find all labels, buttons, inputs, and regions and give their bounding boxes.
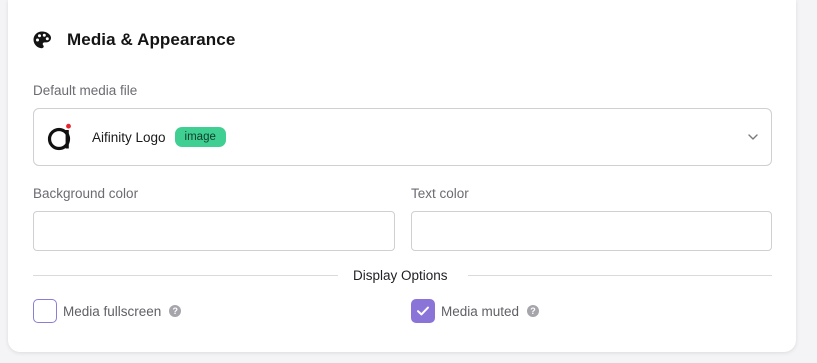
divider-right xyxy=(468,275,772,276)
chevron-down-icon[interactable] xyxy=(747,132,759,142)
palette-icon xyxy=(33,31,51,49)
help-icon[interactable]: ? xyxy=(527,305,540,317)
aifinity-logo-icon xyxy=(47,123,71,151)
divider-left xyxy=(33,275,338,276)
background-color-input[interactable] xyxy=(33,211,395,251)
help-icon[interactable]: ? xyxy=(169,305,182,317)
media-muted-option[interactable]: Media muted ? xyxy=(411,299,540,323)
media-muted-checkbox[interactable] xyxy=(411,299,435,323)
display-options-heading: Display Options xyxy=(353,268,448,283)
default-media-select[interactable]: Aifinity Logo image xyxy=(33,108,772,166)
media-fullscreen-label: Media fullscreen xyxy=(63,303,162,319)
media-type-badge: image xyxy=(174,127,226,147)
selected-media-name: Aifinity Logo xyxy=(92,129,166,145)
section-header: Media & Appearance xyxy=(32,30,235,50)
media-muted-label: Media muted xyxy=(441,303,520,319)
background-color-label: Background color xyxy=(33,186,139,201)
checkmark-icon xyxy=(417,306,429,316)
media-fullscreen-checkbox[interactable] xyxy=(33,299,57,323)
media-appearance-card: Media & Appearance Default media file Ai… xyxy=(8,0,796,352)
media-fullscreen-option[interactable]: Media fullscreen ? xyxy=(33,299,182,323)
text-color-label: Text color xyxy=(411,186,469,201)
default-media-label: Default media file xyxy=(33,83,138,98)
section-title: Media & Appearance xyxy=(67,30,236,49)
text-color-input[interactable] xyxy=(411,211,772,251)
